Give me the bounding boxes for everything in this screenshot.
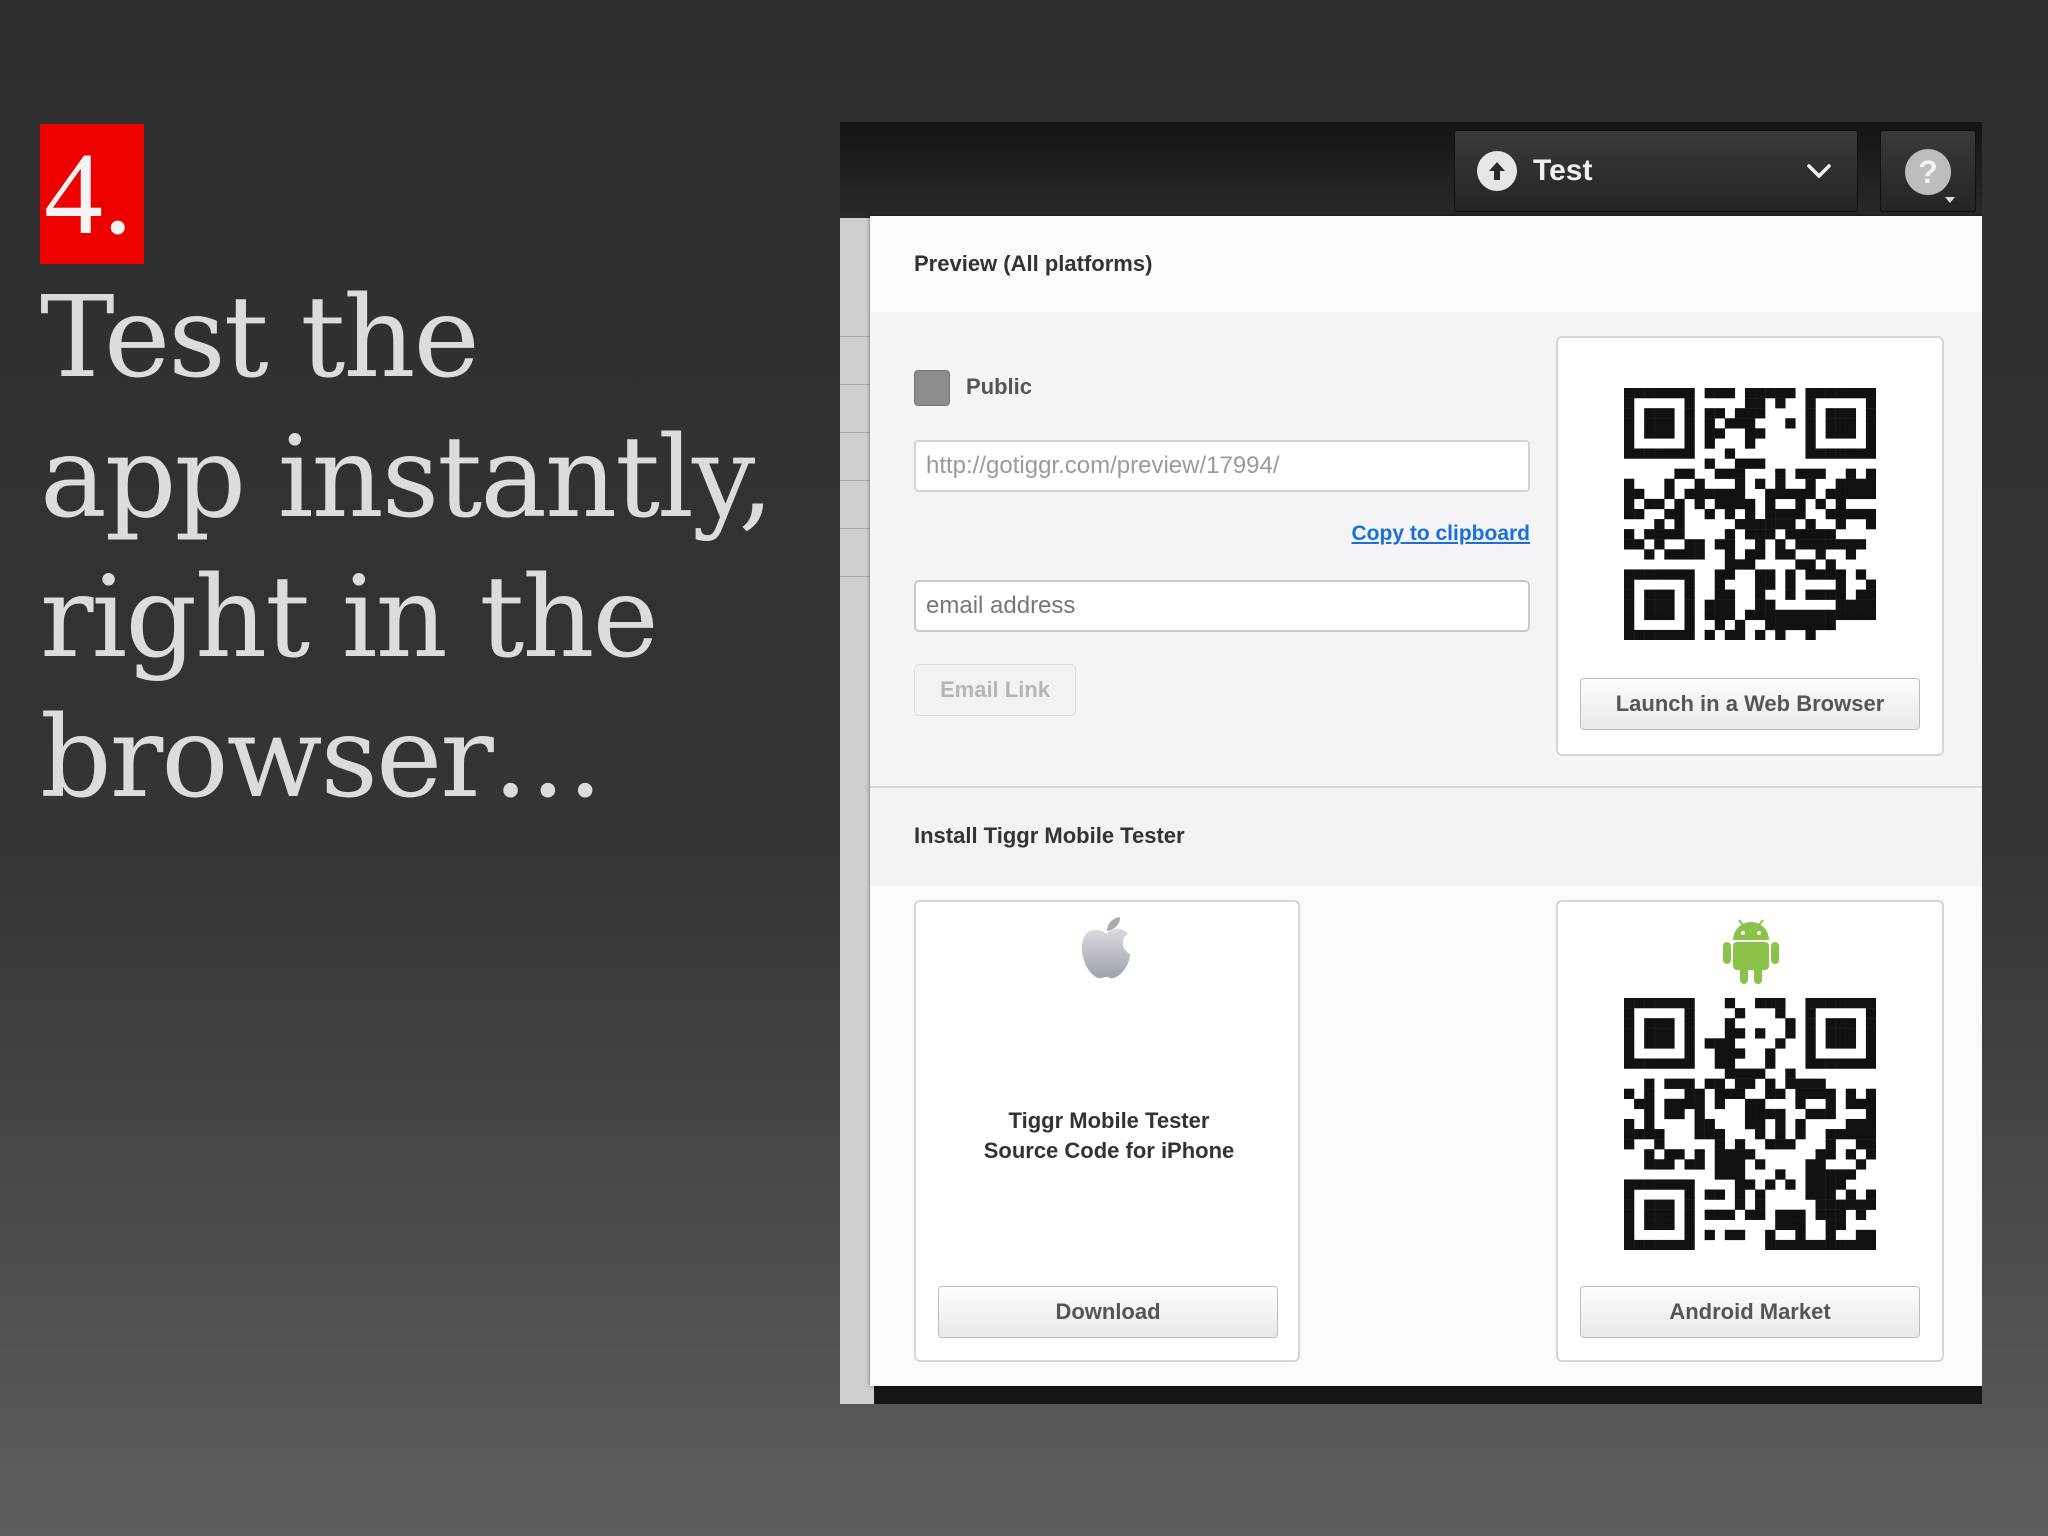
launch-web-browser-button[interactable]: Launch in a Web Browser [1580, 678, 1920, 730]
android-icon [1723, 919, 1779, 984]
help-caret-icon [1945, 197, 1955, 203]
test-dropdown-button[interactable]: Test [1454, 130, 1858, 212]
copy-to-clipboard-link[interactable]: Copy to clipboard [1352, 522, 1531, 546]
test-label: Test [1533, 154, 1593, 187]
help-icon: ? [1905, 149, 1951, 195]
background-list [840, 218, 874, 1404]
android-qr-code [1624, 998, 1876, 1250]
email-link-button[interactable]: Email Link [914, 664, 1076, 716]
download-button[interactable]: Download [938, 1286, 1278, 1338]
email-address-field[interactable] [914, 580, 1530, 632]
app-screenshot: Test ? Preview (All platforms) Public Co… [840, 122, 1982, 1404]
android-tester-card: Android Market [1556, 900, 1944, 1362]
test-dropdown-panel: Preview (All platforms) Public Copy to c… [870, 216, 1982, 1386]
iphone-tester-line2: Source Code for iPhone [983, 1138, 1235, 1163]
iphone-tester-card: Tiggr Mobile Tester Source Code for iPho… [914, 900, 1300, 1362]
android-market-button[interactable]: Android Market [1580, 1286, 1920, 1338]
iphone-tester-line1: Tiggr Mobile Tester [1008, 1108, 1210, 1133]
install-heading: Install Tiggr Mobile Tester [870, 786, 1982, 886]
chevron-down-icon [1807, 164, 1831, 179]
help-button[interactable]: ? [1880, 130, 1976, 212]
slide-headline: Test the app instantly, right in the bro… [40, 273, 774, 823]
preview-heading: Preview (All platforms) [870, 216, 1982, 312]
preview-url-field[interactable] [914, 440, 1530, 492]
public-label: Public [966, 374, 1033, 399]
web-preview-card: Launch in a Web Browser [1556, 336, 1944, 756]
iphone-tester-description: Tiggr Mobile Tester Source Code for iPho… [916, 1106, 1302, 1166]
preview-qr-code [1624, 388, 1876, 640]
public-checkbox[interactable] [914, 370, 950, 406]
step-number-badge: 4. [40, 124, 144, 264]
apple-icon [1082, 917, 1130, 979]
upload-icon [1477, 151, 1517, 191]
